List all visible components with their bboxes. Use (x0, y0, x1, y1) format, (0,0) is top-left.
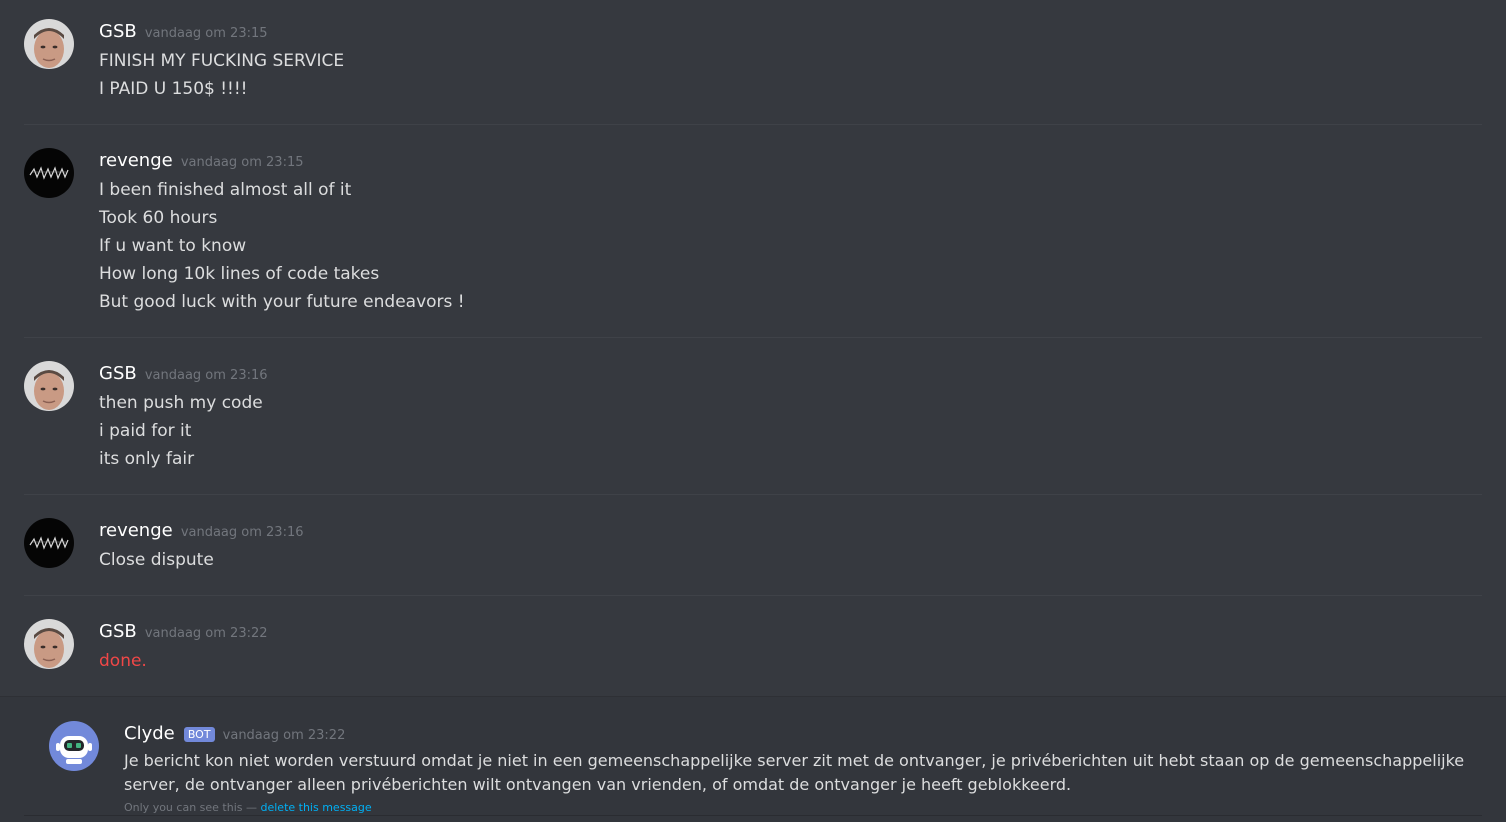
timestamp[interactable]: vandaag om 23:16 (181, 525, 304, 540)
message-line: But good luck with your future endeavors… (99, 292, 465, 312)
message-divider (24, 595, 1482, 596)
message-divider (24, 337, 1482, 338)
message-line: i paid for it (99, 421, 192, 441)
message-line: If u want to know (99, 236, 247, 256)
gsb-avatar[interactable] (24, 619, 74, 669)
message-content: then push my code i paid for it its only… (99, 389, 263, 473)
message-divider (24, 124, 1482, 125)
message-line: then push my code (99, 393, 263, 413)
message-divider (24, 815, 1482, 816)
clyde-message-container: Clyde BOT vandaag om 23:22 Je bericht ko… (0, 696, 1506, 822)
message-line: I PAID U 150$ !!!! (99, 79, 248, 99)
message-line: Close dispute (99, 550, 214, 570)
username[interactable]: revenge (99, 150, 173, 171)
message-content: Close dispute (99, 546, 214, 574)
username[interactable]: GSB (99, 621, 137, 642)
message-content: done. (99, 647, 147, 675)
message-line: done. (99, 651, 147, 671)
clyde-robot-avatar[interactable] (49, 721, 99, 771)
message-line: its only fair (99, 449, 195, 469)
message-group: GSB vandaag om 23:15 FINISH MY FUCKING S… (24, 19, 1482, 109)
revenge-avatar[interactable] (24, 148, 74, 198)
message-group: GSB vandaag om 23:22 done. (24, 619, 1482, 683)
gsb-avatar[interactable] (24, 361, 74, 411)
message-content: I been finished almost all of it Took 60… (99, 176, 465, 316)
gsb-avatar[interactable] (24, 19, 74, 69)
ephemeral-note: Only you can see this — (124, 801, 257, 814)
delete-message-link[interactable]: delete this message (261, 801, 372, 814)
message-group: GSB vandaag om 23:16 then push my code i… (24, 361, 1482, 481)
message-line: I been finished almost all of it (99, 180, 352, 200)
clyde-message-text: Je bericht kon niet worden verstuurd omd… (124, 751, 1465, 794)
timestamp[interactable]: vandaag om 23:16 (145, 368, 268, 383)
message-group: revenge vandaag om 23:16 Close dispute (24, 518, 1482, 582)
username[interactable]: GSB (99, 21, 137, 42)
username[interactable]: revenge (99, 520, 173, 541)
timestamp[interactable]: vandaag om 23:22 (223, 728, 346, 743)
message-line: FINISH MY FUCKING SERVICE (99, 51, 345, 71)
revenge-avatar[interactable] (24, 518, 74, 568)
username[interactable]: GSB (99, 363, 137, 384)
timestamp[interactable]: vandaag om 23:22 (145, 626, 268, 641)
username[interactable]: Clyde (124, 723, 175, 744)
timestamp[interactable]: vandaag om 23:15 (145, 26, 268, 41)
message-group: revenge vandaag om 23:15 I been finished… (24, 148, 1482, 324)
message-divider (24, 494, 1482, 495)
timestamp[interactable]: vandaag om 23:15 (181, 155, 304, 170)
message-line: How long 10k lines of code takes (99, 264, 380, 284)
bot-tag: BOT (183, 727, 215, 742)
message-line: Took 60 hours (99, 208, 218, 228)
message-content: FINISH MY FUCKING SERVICE I PAID U 150$ … (99, 47, 344, 103)
ephemeral-notice: Only you can see this — delete this mess… (124, 801, 372, 814)
chat-messages: GSB vandaag om 23:15 FINISH MY FUCKING S… (0, 0, 1506, 822)
